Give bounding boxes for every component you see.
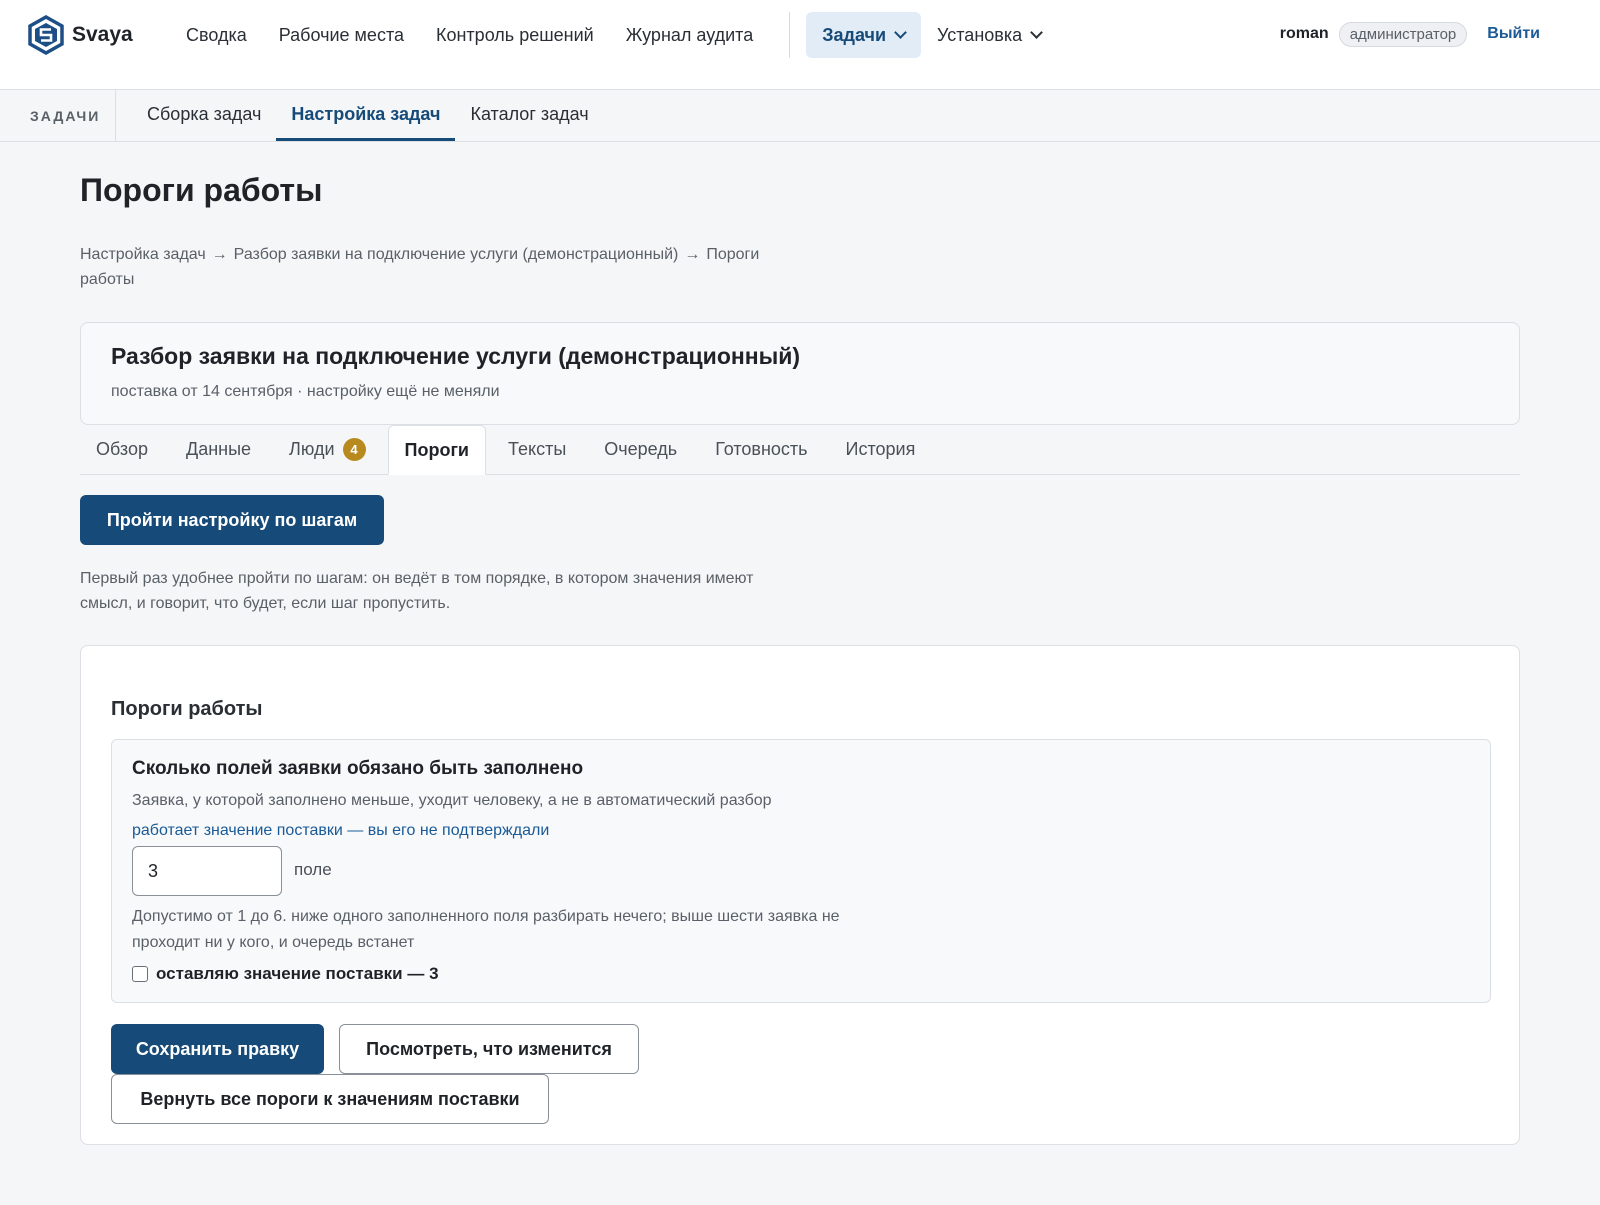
brand-logo[interactable]: Svaya [28, 15, 133, 55]
required-fields-input[interactable] [132, 846, 282, 896]
main-nav: Сводка Рабочие места Контроль решений Жу… [170, 12, 1057, 58]
task-meta: поставка от 14 сентября · настройку ещё … [111, 383, 500, 400]
tab-people[interactable]: Люди 4 [273, 425, 381, 474]
chevron-down-icon [1030, 26, 1043, 39]
field-source-note: работает значение поставки — вы его не п… [132, 822, 550, 839]
subnav-tab-task-settings[interactable]: Настройка задач [276, 90, 456, 141]
section-subnav: ЗАДАЧИ Сборка задач Настройка задач Ката… [0, 90, 1600, 142]
preview-changes-button[interactable]: Посмотреть, что изменится [339, 1024, 639, 1074]
tab-people-label: Люди [289, 439, 335, 459]
keep-default-label: оставляю значение поставки — 3 [156, 964, 439, 983]
step-by-step-setup-button[interactable]: Пройти настройку по шагам [80, 495, 384, 545]
reset-thresholds-button[interactable]: Вернуть все пороги к значениям поставки [111, 1074, 549, 1124]
breadcrumb-item-task[interactable]: Разбор заявки на подключение услуги (дем… [234, 246, 679, 263]
save-change-button[interactable]: Сохранить правку [111, 1024, 324, 1074]
subnav-tab-task-build[interactable]: Сборка задач [132, 90, 276, 141]
nav-item-decision-control[interactable]: Контроль решений [420, 12, 610, 58]
nav-item-install[interactable]: Установка [921, 12, 1057, 58]
task-tabs: Обзор Данные Люди 4 Пороги Тексты Очеред… [80, 425, 1520, 475]
keep-default-option[interactable]: оставляю значение поставки — 3 [132, 964, 439, 984]
wizard-hint: Первый раз удобнее пройти по шагам: он в… [80, 570, 754, 612]
nav-item-audit-log[interactable]: Журнал аудита [610, 12, 770, 58]
task-title: Разбор заявки на подключение услуги (дем… [111, 343, 801, 369]
logout-link[interactable]: Выйти [1487, 25, 1540, 43]
tab-data[interactable]: Данные [170, 425, 267, 474]
top-navigation-bar: Svaya Сводка Рабочие места Контроль реше… [0, 0, 1600, 90]
nav-divider [789, 12, 791, 58]
role-badge: администратор [1338, 21, 1468, 47]
task-summary-card: Разбор заявки на подключение услуги (дем… [80, 322, 1520, 425]
username: roman [1279, 25, 1329, 42]
nav-item-workplaces[interactable]: Рабочие места [263, 12, 420, 58]
breadcrumb-item-task-settings[interactable]: Настройка задач [80, 246, 206, 263]
field-description: Заявка, у которой заполнено меньше, уход… [132, 792, 772, 809]
nav-item-install-label: Установка [937, 24, 1023, 45]
svaya-logo-icon [28, 15, 64, 55]
tab-thresholds[interactable]: Пороги [387, 425, 487, 475]
tab-texts[interactable]: Тексты [492, 425, 582, 474]
tab-history[interactable]: История [830, 425, 932, 474]
breadcrumb-arrow-icon: → [211, 246, 228, 263]
tab-overview[interactable]: Обзор [80, 425, 164, 474]
threshold-field-required-fields: Сколько полей заявки обязано быть заполн… [111, 739, 1491, 1003]
subnav-tab-task-catalog[interactable]: Каталог задач [455, 90, 603, 141]
chevron-down-icon [894, 26, 907, 39]
breadcrumb-arrow-icon: → [684, 246, 701, 263]
breadcrumb: Настройка задач → Разбор заявки на подключ… [80, 242, 780, 292]
field-unit: поле [294, 860, 332, 879]
user-area: roman администратор Выйти [1280, 20, 1540, 48]
thresholds-card: Пороги работы Сколько полей заявки обяза… [80, 645, 1520, 1145]
brand-name: Svaya [72, 23, 133, 46]
page-title: Пороги работы [80, 172, 323, 208]
keep-default-checkbox[interactable] [132, 966, 148, 982]
field-range-note: Допустимо от 1 до 6. ниже одного заполне… [132, 908, 840, 951]
people-count-badge: 4 [342, 438, 366, 461]
subnav-section-label: ЗАДАЧИ [0, 90, 116, 141]
nav-item-summary[interactable]: Сводка [170, 12, 263, 58]
nav-item-tasks-label: Задачи [822, 24, 887, 45]
field-title: Сколько полей заявки обязано быть заполн… [132, 758, 584, 779]
thresholds-section-title: Пороги работы [111, 698, 263, 720]
tab-queue[interactable]: Очередь [588, 425, 693, 474]
nav-item-tasks[interactable]: Задачи [806, 12, 922, 58]
tab-readiness[interactable]: Готовность [699, 425, 823, 474]
